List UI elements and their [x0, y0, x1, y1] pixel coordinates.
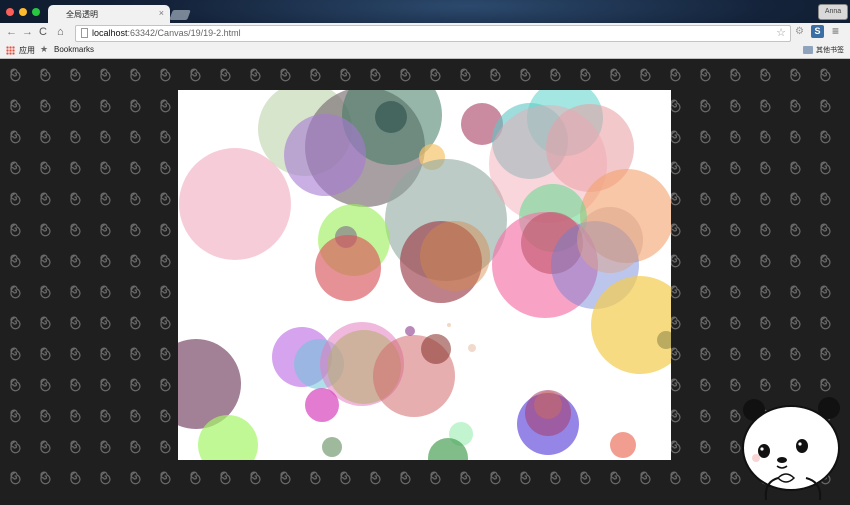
- menu-icon[interactable]: ≡: [832, 24, 839, 38]
- address-bar[interactable]: localhost:63342/Canvas/19/19-2.html ☆: [75, 25, 791, 42]
- toolbar: ← → C ⌂ localhost:63342/Canvas/19/19-2.h…: [0, 23, 850, 43]
- tab-title: 全局透明: [66, 10, 98, 19]
- apps-link[interactable]: 应用: [19, 45, 35, 56]
- canvas-circle: [534, 391, 562, 419]
- tab-close-icon[interactable]: ×: [159, 8, 164, 18]
- profile-button[interactable]: Anna: [818, 4, 848, 20]
- forward-icon[interactable]: →: [22, 26, 33, 38]
- url-path: :63342/Canvas/19/19-2.html: [127, 28, 241, 38]
- canvas-circle: [405, 326, 415, 336]
- other-bookmarks-link[interactable]: 其他书签: [816, 45, 844, 55]
- canvas-circle: [284, 114, 366, 196]
- canvas-circle: [421, 334, 451, 364]
- canvas-circle: [420, 221, 490, 291]
- url-host: localhost: [92, 28, 128, 38]
- canvas-circle: [447, 323, 451, 327]
- canvas-circle: [305, 388, 339, 422]
- canvas-circle: [322, 437, 342, 457]
- circles-layer: [178, 90, 671, 460]
- extension-s-icon[interactable]: S: [811, 25, 824, 38]
- new-tab-button[interactable]: [169, 10, 191, 20]
- extension-gear-icon[interactable]: ⚙: [795, 26, 804, 37]
- canvas-circle: [468, 344, 476, 352]
- bookmark-star-icon: ★: [40, 44, 49, 54]
- window-minimize-button[interactable]: [19, 8, 27, 16]
- back-icon[interactable]: ←: [6, 26, 17, 38]
- window-maximize-button[interactable]: [32, 8, 40, 16]
- page-icon: [81, 28, 88, 38]
- reload-icon[interactable]: C: [39, 26, 47, 38]
- home-icon[interactable]: ⌂: [57, 26, 64, 38]
- apps-grid-icon[interactable]: [6, 46, 15, 55]
- drawing-canvas[interactable]: [178, 90, 671, 460]
- canvas-circle: [577, 207, 643, 273]
- bookmark-star-icon[interactable]: ☆: [776, 26, 786, 39]
- canvas-circle: [610, 432, 636, 458]
- url-text[interactable]: localhost:63342/Canvas/19/19-2.html: [92, 28, 241, 38]
- folder-icon: [803, 46, 813, 54]
- tab-active[interactable]: 全局透明 ×: [48, 5, 170, 23]
- canvas-circle: [179, 148, 291, 260]
- window-close-button[interactable]: [6, 8, 14, 16]
- canvas-circle: [375, 101, 407, 133]
- canvas-circle: [315, 235, 381, 301]
- bookmarks-link[interactable]: Bookmarks: [54, 45, 94, 54]
- browser-chrome: 全局透明 × Anna ← → C ⌂ localhost:63342/Canv…: [0, 0, 850, 60]
- panda-mascot: [742, 397, 840, 500]
- bookmarks-bar: 应用 ★ Bookmarks 其他书签: [0, 43, 850, 59]
